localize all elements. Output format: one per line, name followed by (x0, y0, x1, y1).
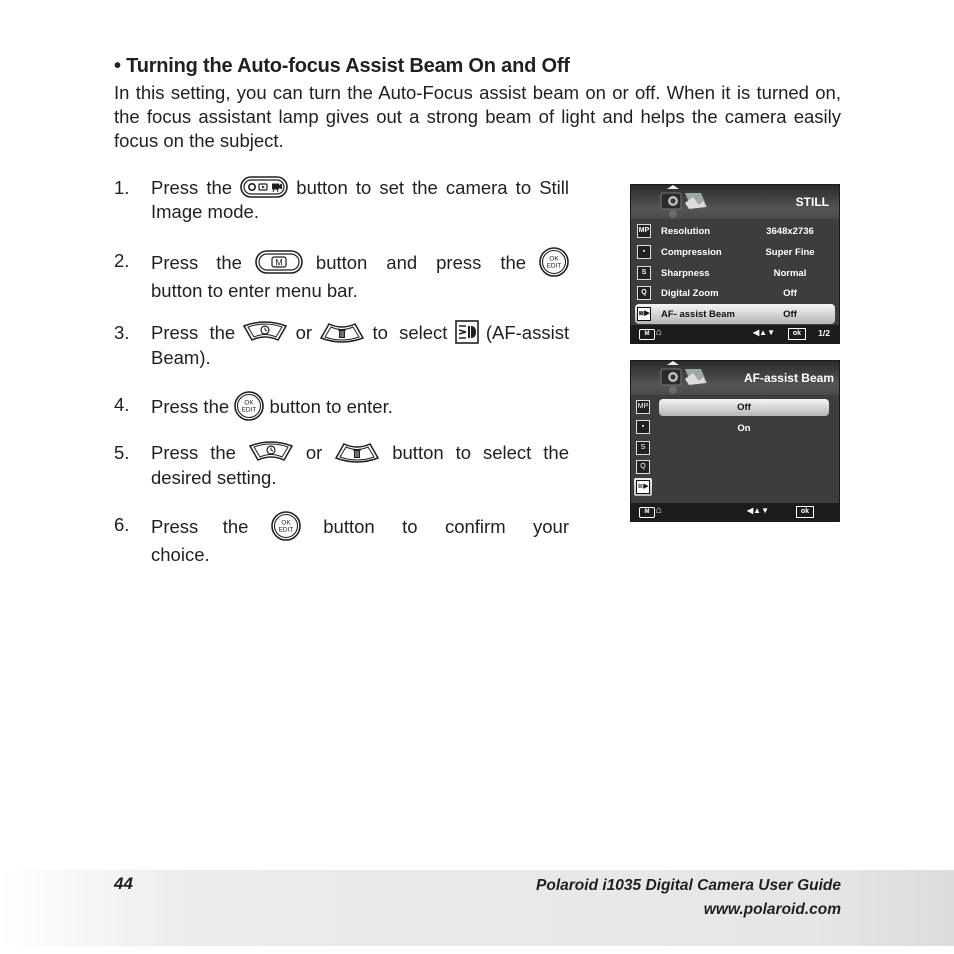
step-text: Press the (151, 322, 236, 343)
menu-row-value: Super Fine (765, 247, 815, 258)
step-number: 5. (114, 442, 130, 463)
screen-top-bar: STILL (631, 185, 839, 219)
menu-button-icon (255, 250, 303, 274)
page-footer: 44 Polaroid i1035 Digital Camera User Gu… (0, 870, 954, 946)
option-off[interactable]: Off (659, 399, 829, 416)
step-text: Press the (151, 177, 233, 198)
step-number: 6. (114, 514, 130, 535)
step-text: button and press the (315, 251, 527, 273)
side-icon-af-assist-beam[interactable]: ≣▶ (634, 478, 652, 496)
down-delete-button-icon (334, 440, 380, 464)
screen-title: AF-assist Beam (743, 371, 834, 385)
af-assist-beam-icon (455, 320, 479, 344)
step-text: Press the (151, 251, 242, 273)
navigation-arrows-icon: ◀▲▼ (753, 328, 775, 337)
page-indicator: 1/2 (818, 328, 830, 338)
camera-settings-tabs-icon (649, 185, 709, 219)
screen-bottom-bar: M ⌂ ◀▲▼ ok (631, 503, 839, 521)
digital-zoom-icon: Q (637, 286, 651, 300)
step-1: 1. Press the button to set the camera to… (114, 176, 569, 224)
menu-row-compression[interactable]: ▪ Compression Super Fine (631, 242, 839, 262)
mode-button-icon (240, 176, 288, 198)
home-icon: ⌂ (656, 505, 663, 516)
step-number: 3. (114, 322, 130, 343)
intro-paragraph: In this setting, you can turn the Auto-F… (114, 82, 841, 151)
sharpness-icon: S (637, 266, 651, 280)
side-icon-compression[interactable]: ▪ (634, 418, 652, 436)
ok-edit-button-icon (234, 391, 264, 421)
menu-row-af-assist-beam[interactable]: ≣▶ AF- assist Beam Off (635, 304, 835, 324)
screen-top-bar: AF-assist Beam (631, 361, 839, 395)
ok-edit-button-icon (271, 511, 301, 541)
navigation-arrows-icon: ◀▲▼ (747, 506, 769, 515)
menu-row-value: Off (783, 288, 797, 299)
menu-row-label: Digital Zoom (661, 288, 719, 299)
menu-row-digital-zoom[interactable]: Q Digital Zoom Off (631, 283, 839, 303)
menu-row-label: Compression (661, 247, 722, 258)
screen-bottom-bar: M ⌂ ◀▲▼ ok 1/2 (631, 325, 839, 343)
digital-zoom-icon: Q (636, 460, 650, 474)
menu-row-value: 3648x2736 (766, 226, 814, 237)
step-number: 4. (114, 394, 130, 415)
step-2: 2. Press the button and press the button… (114, 249, 569, 303)
ok-key-icon: ok (796, 506, 814, 518)
page-number: 44 (114, 874, 133, 893)
website-link[interactable]: www.polaroid.com (536, 898, 841, 922)
option-on[interactable]: On (659, 420, 829, 437)
ok-edit-button-icon (539, 247, 569, 277)
side-icon-sharpness[interactable]: S (634, 439, 652, 457)
menu-row-value: Off (783, 309, 797, 320)
side-icon-resolution[interactable]: MP (634, 398, 652, 416)
screen-title: STILL (795, 195, 829, 209)
step-text: button to enter. (269, 395, 393, 417)
menu-key-icon: M (639, 329, 655, 340)
resolution-icon: MP (637, 224, 651, 238)
step-6: 6. Press the button to confirm your choi… (114, 513, 569, 567)
step-text: to select (372, 322, 448, 343)
menu-row-value: Normal (773, 268, 807, 279)
camera-settings-tabs-icon (649, 361, 709, 395)
down-delete-button-icon (319, 320, 365, 344)
af-assist-beam-icon: ≣▶ (637, 307, 651, 321)
step-number: 1. (114, 177, 130, 198)
ok-key-icon: ok (788, 328, 806, 340)
step-4: 4. Press the button to enter. (114, 393, 569, 423)
resolution-icon: MP (636, 400, 650, 414)
step-3: 3. Press the or to select (AF-assist Bea… (114, 321, 569, 370)
step-5: 5. Press the or button to select the des… (114, 441, 569, 490)
step-text: Press the (151, 442, 236, 463)
camera-screen-af-assist-submenu: AF-assist Beam MP ▪ S Q ≣▶ Off On M ⌂ ◀▲… (630, 360, 840, 522)
up-timer-button-icon (242, 320, 288, 344)
step-text: or (305, 442, 323, 463)
step-text: Press the (151, 515, 249, 537)
home-icon: ⌂ (656, 327, 663, 338)
compression-icon: ▪ (637, 245, 651, 259)
menu-row-resolution[interactable]: MP Resolution 3648x2736 (631, 221, 839, 241)
menu-key-icon: M (639, 507, 655, 518)
step-text: Press the (151, 395, 230, 417)
af-assist-beam-icon: ≣▶ (636, 480, 650, 494)
sharpness-icon: S (636, 441, 650, 455)
up-timer-button-icon (248, 440, 294, 464)
compression-icon: ▪ (636, 420, 650, 434)
guide-title: Polaroid i1035 Digital Camera User Guide (536, 877, 841, 894)
step-text: button to enter menu bar. (151, 280, 358, 301)
step-number: 2. (114, 250, 130, 271)
menu-row-label: Sharpness (661, 268, 710, 279)
step-text: or (295, 322, 313, 343)
menu-row-label: AF- assist Beam (661, 309, 735, 320)
section-heading: • Turning the Auto-focus Assist Beam On … (114, 55, 570, 77)
side-icon-digital-zoom[interactable]: Q (634, 458, 652, 476)
menu-row-sharpness[interactable]: S Sharpness Normal (631, 263, 839, 283)
camera-screen-still-menu: STILL MP Resolution 3648x2736 ▪ Compress… (630, 184, 840, 344)
menu-row-label: Resolution (661, 226, 711, 237)
